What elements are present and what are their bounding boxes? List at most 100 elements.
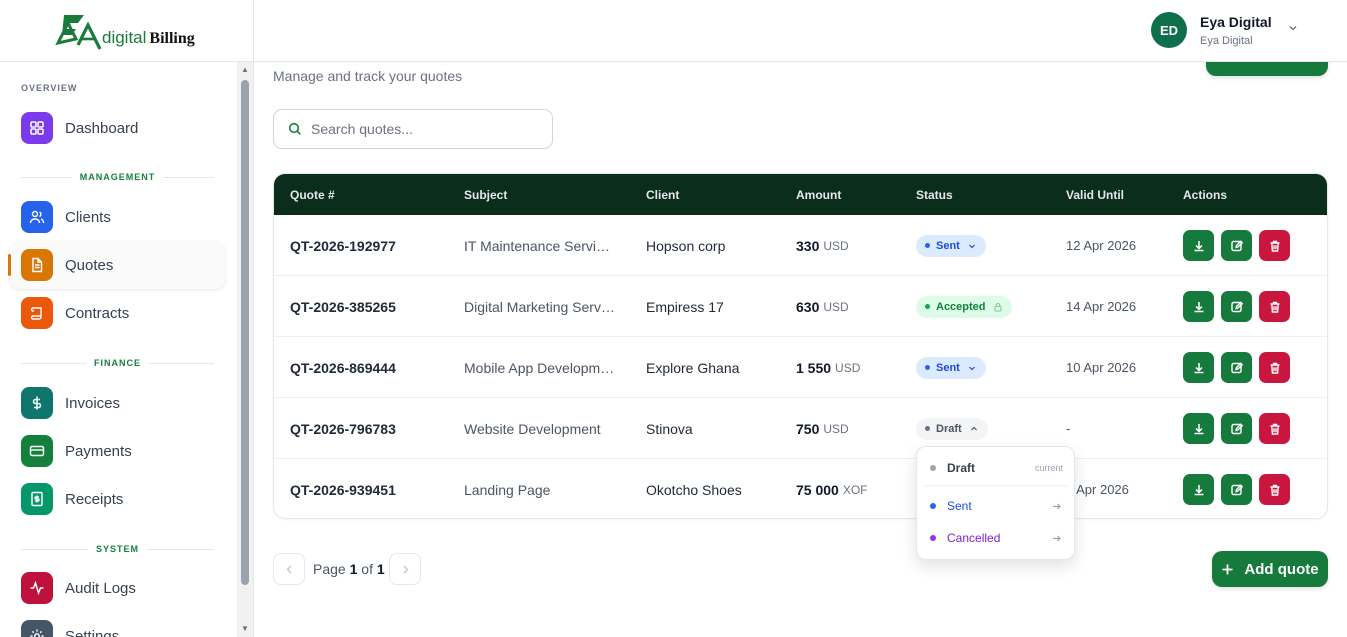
sidebar-item-label: Receipts xyxy=(65,490,124,508)
chevron-down-icon[interactable] xyxy=(1287,22,1299,34)
credit-card-icon xyxy=(21,435,53,467)
add-quote-button[interactable]: Add quote xyxy=(1212,551,1328,587)
column-header[interactable]: Status xyxy=(916,188,953,202)
quote-subject: IT Maintenance Services xyxy=(464,237,616,254)
delete-button[interactable] xyxy=(1259,291,1290,322)
column-header[interactable]: Subject xyxy=(464,188,507,202)
sidebar-item-settings[interactable]: Settings xyxy=(10,612,225,637)
edit-button[interactable] xyxy=(1221,230,1252,261)
quote-number[interactable]: QT-2026-385265 xyxy=(290,276,396,337)
sidebar-item-label: Contracts xyxy=(65,304,130,322)
sidebar-item-label: Payments xyxy=(65,442,132,460)
table-row[interactable]: QT-2026-939451 Landing Page Okotcho Shoe… xyxy=(274,459,1327,518)
download-button[interactable] xyxy=(1183,413,1214,444)
lock-icon xyxy=(993,302,1002,312)
edit-icon xyxy=(1230,300,1243,312)
trash-icon xyxy=(1270,301,1279,313)
user-name[interactable]: Eya Digital xyxy=(1200,14,1272,30)
column-header[interactable]: Quote # xyxy=(290,188,335,202)
quote-subject: Landing Page xyxy=(464,481,551,498)
edit-button[interactable] xyxy=(1221,352,1252,383)
status-badge[interactable]: Sent xyxy=(916,234,986,257)
status-badge[interactable]: Sent xyxy=(916,356,986,379)
pagination-prev-button[interactable] xyxy=(273,553,305,585)
sidebar-item-audit-logs[interactable]: Audit Logs xyxy=(10,564,225,612)
sidebar-scrollbar[interactable]: ▲ ▼ xyxy=(237,62,253,637)
grid-icon xyxy=(21,112,53,144)
download-button[interactable] xyxy=(1183,352,1214,383)
status-badge[interactable]: Draft xyxy=(916,417,988,440)
table-header: Quote # Subject Client Amount Status Val… xyxy=(274,174,1327,215)
trash-icon xyxy=(1270,240,1279,252)
quote-client: Explore Ghana xyxy=(646,359,740,376)
column-header: Actions xyxy=(1183,188,1228,202)
status-badge: Accepted xyxy=(916,295,1012,318)
sidebar-item-payments[interactable]: Payments xyxy=(10,427,225,475)
quote-valid-until: 10 Apr 2026 xyxy=(1066,360,1137,375)
sidebar-item-clients[interactable]: Clients xyxy=(10,193,225,241)
logo-text: digital Billing xyxy=(102,28,195,48)
chevron-right-icon xyxy=(403,565,408,573)
quote-number[interactable]: QT-2026-192977 xyxy=(290,215,396,276)
sidebar-item-dashboard[interactable]: Dashboard xyxy=(10,104,225,152)
quote-amount: 750 USD xyxy=(796,420,849,437)
delete-button[interactable] xyxy=(1259,352,1290,383)
logo-mark-icon xyxy=(54,11,104,51)
edit-icon xyxy=(1230,361,1243,373)
search-box[interactable] xyxy=(273,109,553,149)
avatar[interactable]: ED xyxy=(1151,12,1187,48)
logo[interactable]: digital Billing xyxy=(0,0,253,62)
sidebar-item-label: Quotes xyxy=(65,256,114,274)
sidebar-item-label: Invoices xyxy=(65,394,121,412)
sidebar-item-label: Clients xyxy=(65,208,111,226)
scroll-up-arrow-icon[interactable]: ▲ xyxy=(240,65,250,75)
table-row[interactable]: QT-2026-192977 IT Maintenance Services H… xyxy=(274,215,1327,276)
search-input[interactable] xyxy=(311,121,531,137)
edit-button[interactable] xyxy=(1221,474,1252,505)
edit-button[interactable] xyxy=(1221,413,1252,444)
row-actions xyxy=(1183,215,1290,276)
column-header[interactable]: Client xyxy=(646,188,679,202)
row-actions xyxy=(1183,398,1290,459)
quote-number[interactable]: QT-2026-869444 xyxy=(290,337,396,398)
table-row[interactable]: QT-2026-869444 Mobile App Development Ex… xyxy=(274,337,1327,398)
arrow-right-icon xyxy=(1053,535,1061,541)
sidebar-item-contracts[interactable]: Contracts xyxy=(10,289,225,337)
page-subtitle: Manage and track your quotes xyxy=(273,68,463,84)
delete-button[interactable] xyxy=(1259,230,1290,261)
download-icon xyxy=(1194,423,1203,434)
pagination-next-button[interactable] xyxy=(389,553,421,585)
table-row[interactable]: QT-2026-385265 Digital Marketing Service… xyxy=(274,276,1327,337)
status-option-sent[interactable]: Sent xyxy=(917,499,1074,513)
status-option-current: Draft current xyxy=(917,461,1074,475)
scroll-down-arrow-icon[interactable]: ▼ xyxy=(240,624,250,634)
delete-button[interactable] xyxy=(1259,413,1290,444)
arrow-right-icon xyxy=(1053,503,1061,509)
row-actions xyxy=(1183,276,1290,337)
edit-button[interactable] xyxy=(1221,291,1252,322)
column-header[interactable]: Valid Until xyxy=(1066,188,1124,202)
quote-subject: Digital Marketing Services xyxy=(464,298,616,315)
divider xyxy=(923,485,1069,486)
quote-client: Okotcho Shoes xyxy=(646,481,742,498)
quote-number[interactable]: QT-2026-796783 xyxy=(290,398,396,459)
download-button[interactable] xyxy=(1183,230,1214,261)
users-icon xyxy=(21,201,53,233)
download-button[interactable] xyxy=(1183,291,1214,322)
chevron-down-icon xyxy=(968,366,975,370)
logo-word-billing: Billing xyxy=(149,29,195,47)
quote-number[interactable]: QT-2026-939451 xyxy=(290,459,396,518)
sidebar-item-label: Audit Logs xyxy=(65,579,136,597)
sidebar: digital Billing OVERVIEW Dashboard MANAG… xyxy=(0,0,254,637)
delete-button[interactable] xyxy=(1259,474,1290,505)
status-option-cancelled[interactable]: Cancelled xyxy=(917,531,1074,545)
table-row[interactable]: QT-2026-796783 Website Development Stino… xyxy=(274,398,1327,459)
scrollbar-thumb[interactable] xyxy=(241,80,249,585)
sidebar-item-invoices[interactable]: Invoices xyxy=(10,379,225,427)
sidebar-item-quotes[interactable]: Quotes xyxy=(8,241,225,289)
quotes-table: Quote # Subject Client Amount Status Val… xyxy=(273,173,1328,519)
download-button[interactable] xyxy=(1183,474,1214,505)
quote-valid-until: 5 Apr 2026 xyxy=(1066,482,1129,497)
sidebar-item-receipts[interactable]: Receipts xyxy=(10,475,225,523)
column-header[interactable]: Amount xyxy=(796,188,841,202)
